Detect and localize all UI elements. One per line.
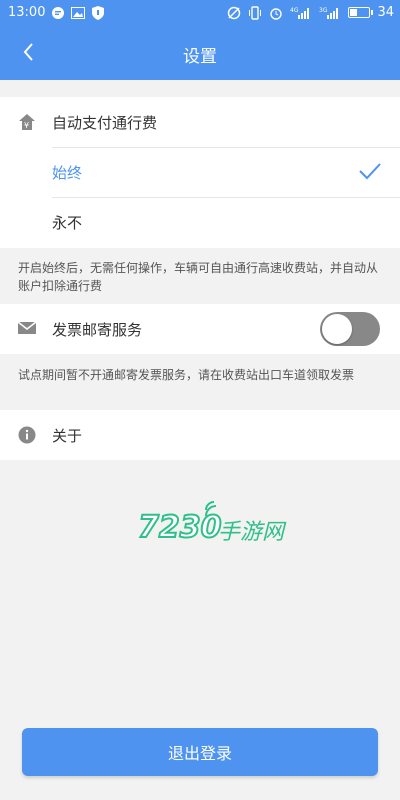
option-never-label: 永不	[52, 213, 83, 232]
about-row[interactable]: 关于	[0, 410, 400, 460]
invoice-section: 发票邮寄服务	[0, 304, 400, 354]
info-icon	[18, 426, 36, 444]
battery-level: 34	[377, 5, 394, 20]
signal-4g-icon: 4G	[290, 6, 312, 20]
about-label: 关于	[52, 426, 83, 445]
autopay-note: 开启始终后，无需任何操作，车辆可自由通行高速收费站，并自动从账户扣除通行费	[18, 261, 379, 293]
svg-text:4G: 4G	[290, 7, 299, 14]
status-bar: 13:00 4G 3G 34	[0, 0, 400, 25]
home-yuan-icon: ¥	[18, 113, 36, 131]
page-title: 设置	[183, 47, 217, 67]
status-time: 13:00	[8, 5, 46, 20]
invoice-label: 发票邮寄服务	[52, 320, 143, 339]
mail-icon	[17, 320, 37, 338]
checkmark-icon	[358, 161, 382, 185]
app-header: 13:00 4G 3G 34 设置	[0, 0, 400, 80]
alarm-clock-icon	[269, 6, 283, 20]
alarm-disabled-icon	[227, 6, 241, 20]
shield-notification-icon	[91, 5, 105, 20]
watermark-text: 手游网	[218, 520, 285, 545]
option-always-label: 始终	[52, 163, 83, 182]
battery-icon	[348, 7, 374, 18]
autopay-option-always[interactable]: 始终	[0, 147, 400, 197]
invoice-toggle[interactable]	[320, 312, 380, 346]
vibrate-icon	[248, 5, 262, 20]
image-notification-icon	[71, 6, 86, 20]
logout-button[interactable]: 退出登录	[22, 728, 378, 776]
autopay-label: 自动支付通行费	[52, 113, 158, 132]
title-bar: 设置	[0, 25, 400, 80]
autopay-section: ¥ 自动支付通行费 始终 永不	[0, 97, 400, 248]
chat-notification-icon	[51, 6, 65, 20]
signal-3g-icon: 3G	[319, 6, 341, 20]
autopay-option-never[interactable]: 永不	[0, 197, 400, 247]
invoice-note: 试点期间暂不开通邮寄发票服务，请在收费站出口车道领取发票	[18, 368, 355, 382]
invoice-row: 发票邮寄服务	[0, 304, 400, 354]
toggle-knob	[322, 314, 352, 344]
watermark-logo: 7230 手游网	[137, 500, 288, 550]
svg-text:3G: 3G	[319, 7, 328, 14]
about-section[interactable]: 关于	[0, 410, 400, 460]
autopay-header-row: ¥ 自动支付通行费	[0, 97, 400, 147]
svg-text:¥: ¥	[24, 121, 29, 130]
